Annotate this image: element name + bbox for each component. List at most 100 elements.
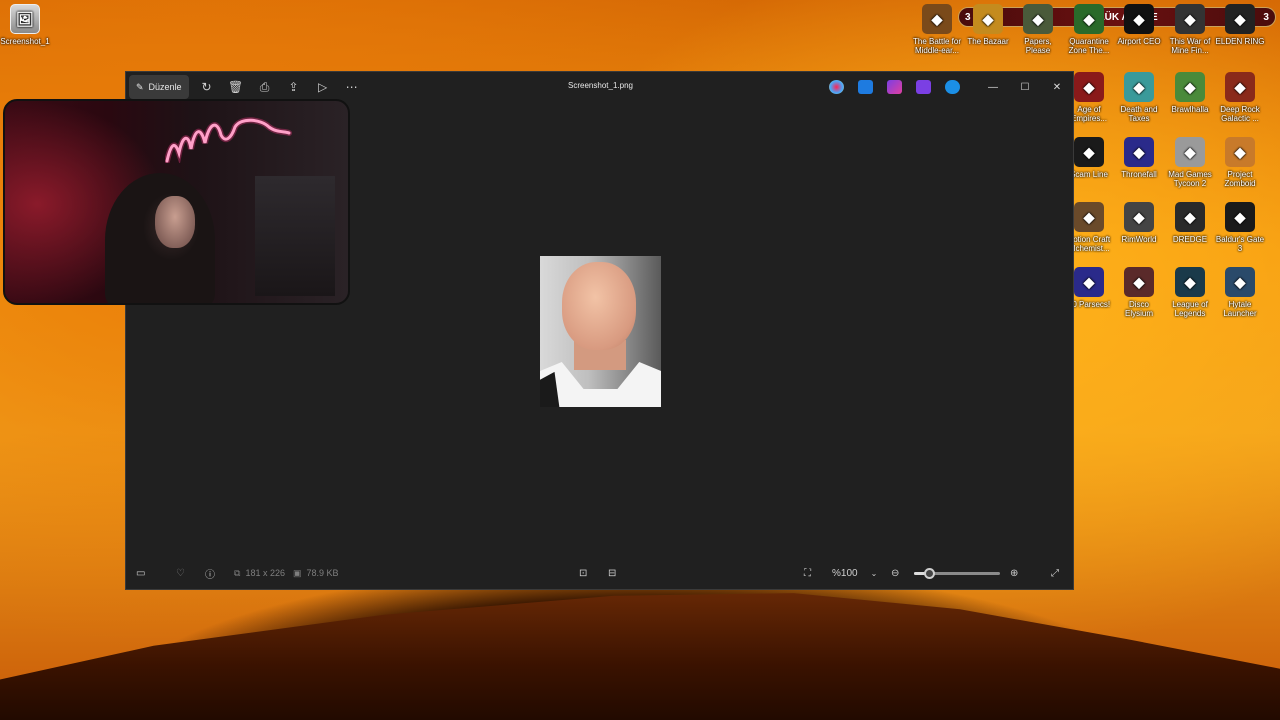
desktop-icon-label: ELDEN RING: [1215, 37, 1265, 46]
clipchamp-icon[interactable]: [887, 80, 902, 94]
desktop-icon-label: Potion Craft Alchemist...: [1067, 235, 1111, 253]
zoom-slider[interactable]: [914, 568, 1000, 579]
desktop-icon-label: Project Zomboid: [1224, 170, 1256, 188]
slideshow-button[interactable]: ▷: [312, 76, 334, 98]
image-dimensions: ⧉ 181 x 226: [234, 568, 285, 579]
desktop-game-icon[interactable]: ◆ ELDEN RING: [1215, 4, 1265, 46]
desktop-game-icon[interactable]: ◆ Papers, Please: [1013, 4, 1063, 55]
more-options-button[interactable]: ⋯: [341, 76, 363, 98]
desktop-icon-label: League of Legends: [1172, 300, 1208, 318]
desktop-game-icon[interactable]: ◆ Death and Taxes: [1114, 72, 1164, 123]
game-shortcut-icon: ◆: [1124, 202, 1154, 232]
game-shortcut-icon: ◆: [1124, 4, 1154, 34]
desktop-file-screenshot[interactable]: 🖼 Screenshot_1: [0, 4, 50, 46]
desktop-game-icon[interactable]: ◆ Mad Games Tycoon 2: [1165, 137, 1215, 188]
desktop-game-icon[interactable]: ◆ Brawlhalla: [1165, 72, 1215, 114]
info-icon: ⓘ: [205, 569, 215, 581]
game-shortcut-icon: ◆: [1074, 4, 1104, 34]
rotate-button[interactable]: ↻: [196, 76, 218, 98]
desktop-game-icon[interactable]: ◆ League of Legends: [1165, 267, 1215, 318]
visual-search-icon: ⊡: [579, 567, 588, 579]
fit-to-window-button[interactable]: ⛶: [804, 568, 811, 579]
favorite-button[interactable]: ♡: [176, 568, 185, 579]
desktop-icon-label: Airport CEO: [1117, 37, 1161, 46]
fullscreen-button[interactable]: ⤢: [1051, 568, 1059, 579]
ellipsis-icon: ⋯: [345, 80, 358, 94]
game-shortcut-icon: ◆: [1175, 137, 1205, 167]
copilot-icon[interactable]: [829, 80, 844, 94]
desktop-game-icon[interactable]: ◆ Thronefall: [1114, 137, 1164, 179]
webcam-overlay: [3, 99, 350, 305]
zoom-dropdown[interactable]: %100 ⌄: [832, 568, 877, 579]
share-button[interactable]: ⇪: [283, 76, 305, 98]
desktop-game-icon[interactable]: ◆ Baldur's Gate 3: [1215, 202, 1265, 253]
game-shortcut-icon: ◆: [1175, 267, 1205, 297]
desktop-game-icon[interactable]: ◆ This War of Mine Fin...: [1165, 4, 1215, 55]
desktop-icon-label: RimWorld: [1121, 235, 1157, 244]
desktop-icon-label: DREDGE: [1172, 235, 1208, 244]
game-shortcut-icon: ◆: [1175, 4, 1205, 34]
zoom-in-button[interactable]: ⊕: [1010, 568, 1018, 579]
print-button[interactable]: ⎙: [254, 76, 276, 98]
video-editor-icon[interactable]: [916, 80, 931, 94]
delete-button[interactable]: 🗑: [225, 76, 247, 98]
fit-window-icon: ⛶: [804, 567, 811, 579]
wallpaper-mountain: [0, 593, 1280, 720]
displayed-photo: [540, 256, 661, 407]
dimensions-icon: ⧉: [234, 567, 241, 578]
filmstrip-button[interactable]: ▭: [136, 568, 145, 579]
zoom-out-button[interactable]: ⊖: [891, 568, 899, 579]
file-size-text: 78.9 KB: [306, 568, 339, 578]
game-shortcut-icon: ◆: [1124, 267, 1154, 297]
desktop-icon-label: Baldur's Gate 3: [1215, 235, 1265, 253]
designer-icon[interactable]: [858, 80, 873, 94]
image-file-icon: 🖼: [10, 4, 40, 34]
game-shortcut-icon: ◆: [1074, 267, 1104, 297]
heart-icon: ♡: [176, 567, 185, 579]
desktop-game-icon[interactable]: ◆ Deep Rock Galactic ...: [1215, 72, 1265, 123]
game-shortcut-icon: ◆: [1225, 72, 1255, 102]
game-shortcut-icon: ◆: [1074, 202, 1104, 232]
onedrive-icon[interactable]: [945, 80, 960, 94]
desktop-icon-label: Death and Taxes: [1120, 105, 1158, 123]
desktop-icon-label: Mad Games Tycoon 2: [1168, 170, 1212, 188]
photo-head: [562, 262, 636, 350]
chevron-down-icon: ⌄: [870, 568, 878, 578]
maximize-button[interactable]: ☐: [1009, 77, 1041, 97]
visual-search-button[interactable]: ⊡: [579, 568, 587, 579]
desktop-game-icon[interactable]: ◆ Hytale Launcher: [1215, 267, 1265, 318]
file-info-button[interactable]: ⓘ: [205, 566, 215, 581]
game-shortcut-icon: ◆: [1225, 202, 1255, 232]
text-scan-button[interactable]: ⊟: [608, 568, 616, 579]
expand-icon: ⤢: [1051, 567, 1059, 579]
slideshow-icon: ▷: [317, 80, 328, 94]
webcam-face: [155, 196, 195, 248]
game-shortcut-icon: ◆: [1175, 202, 1205, 232]
dimensions-text: 181 x 226: [245, 568, 285, 578]
game-shortcut-icon: ◆: [1074, 72, 1104, 102]
desktop-game-icon[interactable]: ◆ Disco Elysium: [1114, 267, 1164, 318]
minimize-button[interactable]: —: [977, 77, 1009, 97]
close-button[interactable]: ✕: [1041, 77, 1073, 97]
game-shortcut-icon: ◆: [1074, 137, 1104, 167]
desktop-game-icon[interactable]: ◆ DREDGE: [1165, 202, 1215, 244]
desktop-game-icon[interactable]: ◆ RimWorld: [1114, 202, 1164, 244]
edit-button[interactable]: ✎ Düzenle: [129, 75, 189, 99]
scan-text-icon: ⊟: [608, 567, 617, 579]
desktop-game-icon[interactable]: ◆ The Battle for Middle-ear...: [912, 4, 962, 55]
desktop-game-icon[interactable]: ◆ Quarantine Zone The...: [1064, 4, 1114, 55]
file-size: ▣ 78.9 KB: [293, 568, 339, 579]
desktop-game-icon[interactable]: ◆ The Bazaar: [963, 4, 1013, 46]
desktop-game-icon[interactable]: ◆ Airport CEO: [1114, 4, 1164, 46]
desktop-icon-label: 60 Parsecs!: [1067, 300, 1111, 309]
disk-icon: ▣: [293, 567, 302, 578]
desktop-game-icon[interactable]: ◆ Project Zomboid: [1215, 137, 1265, 188]
desktop-icon-label: This War of Mine Fin...: [1169, 37, 1211, 55]
zoom-level: %100: [832, 567, 858, 579]
bottom-bar: ▭ ♡ ⓘ ⧉ 181 x 226 ▣ 78.9 KB ⊡ ⊟ ⛶ %100 ⌄…: [126, 557, 1073, 589]
share-icon: ⇪: [288, 80, 299, 94]
zoom-slider-thumb[interactable]: [924, 568, 936, 579]
neon-sign: [165, 117, 292, 163]
desktop-icon-label: The Bazaar: [967, 37, 1009, 46]
desktop-icon-label: Age of Empires...: [1070, 105, 1107, 123]
